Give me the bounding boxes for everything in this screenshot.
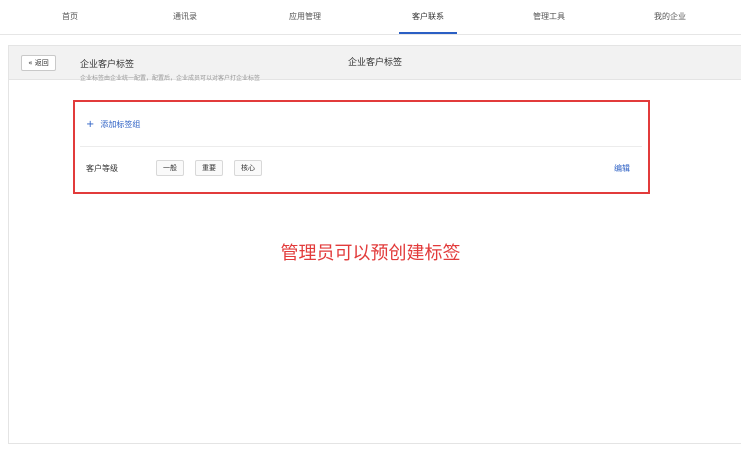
- section-description: 企业标签由企业统一配置，配置后，企业成员可以对客户打企业标签: [80, 75, 261, 82]
- tag-chip[interactable]: 核心: [234, 160, 262, 176]
- nav-item-label: 通讯录: [173, 12, 197, 21]
- highlight-box: [73, 100, 650, 194]
- nav-item-label: 我的企业: [654, 12, 686, 21]
- nav-item-app-management[interactable]: 应用管理: [265, 0, 345, 34]
- tag-chip[interactable]: 重要: [195, 160, 223, 176]
- annotation-text: 管理员可以预创建标签: [280, 243, 461, 264]
- section-title: 企业客户标签: [80, 60, 135, 70]
- nav-item-my-company[interactable]: 我的企业: [630, 0, 710, 34]
- nav-item-label: 客户联系: [412, 12, 444, 21]
- divider: [80, 146, 642, 147]
- nav-item-label: 应用管理: [289, 12, 321, 21]
- top-navigation: 首页 通讯录 应用管理 客户联系 管理工具 我的企业: [0, 0, 741, 35]
- active-tab-indicator: [399, 32, 457, 34]
- tag-chip[interactable]: 一般: [156, 160, 184, 176]
- nav-item-label: 管理工具: [533, 12, 565, 21]
- nav-item-customer-contact[interactable]: 客户联系: [388, 0, 468, 34]
- add-tag-group-button[interactable]: + 添加标签组: [86, 119, 140, 130]
- nav-item-contacts[interactable]: 通讯录: [145, 0, 225, 34]
- add-tag-group-label: 添加标签组: [100, 120, 141, 129]
- plus-icon: +: [86, 119, 95, 130]
- edit-link[interactable]: 编辑: [614, 163, 630, 174]
- nav-item-home[interactable]: 首页: [30, 0, 110, 34]
- tag-group-name: 客户等级: [86, 164, 118, 173]
- nav-item-label: 首页: [62, 12, 78, 21]
- nav-item-admin-tools[interactable]: 管理工具: [509, 0, 589, 34]
